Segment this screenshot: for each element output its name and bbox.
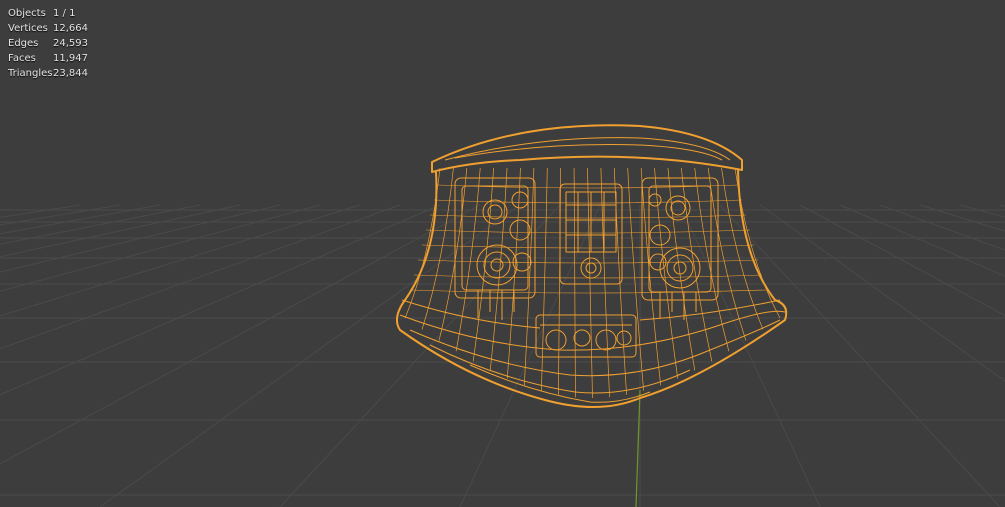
mesh-band [421,244,755,249]
stat-faces: Faces 11,947 [8,51,88,66]
stat-triangles: Triangles 23,844 [8,66,88,81]
stat-value: 12,664 [53,23,88,34]
stat-value: 1 / 1 [53,8,76,19]
mesh-bottom-panel [535,314,637,358]
mesh-rib [455,167,481,352]
stat-label: Triangles [8,68,53,79]
stat-value: 23,844 [53,68,88,79]
mesh-rib [667,167,696,371]
stat-label: Vertices [8,23,48,34]
mesh-rib [654,167,679,379]
stat-value: 24,593 [53,38,88,49]
mesh-band [409,289,767,294]
mesh-rib [600,167,610,398]
3d-viewport[interactable]: Objects 1 / 1 Vertices 12,664 Edges 24,5… [0,0,1005,507]
mesh-top-rim [431,124,743,173]
mesh-rib [587,167,593,399]
mesh-left-panel [454,177,536,320]
stat-value: 11,947 [53,53,88,64]
stat-edges: Edges 24,593 [8,36,88,51]
stat-vertices: Vertices 12,664 [8,21,88,36]
stat-objects: Objects 1 / 1 [8,6,88,21]
wireframe-mesh[interactable] [0,0,1005,507]
mesh-center-panel [559,183,623,285]
mesh-rib [734,167,781,319]
stat-label: Faces [8,53,36,64]
mesh-rib [506,167,521,379]
mesh-band [425,229,751,234]
mesh-rib [523,167,535,386]
stat-label: Objects [8,8,46,19]
mesh-band [429,214,747,219]
mesh-rib [404,167,441,319]
stat-label: Edges [8,38,39,49]
mesh-rib [640,167,662,386]
mesh-band [417,259,759,264]
scene-statistics: Objects 1 / 1 Vertices 12,664 Edges 24,5… [8,6,88,81]
mesh-rib [573,167,576,398]
